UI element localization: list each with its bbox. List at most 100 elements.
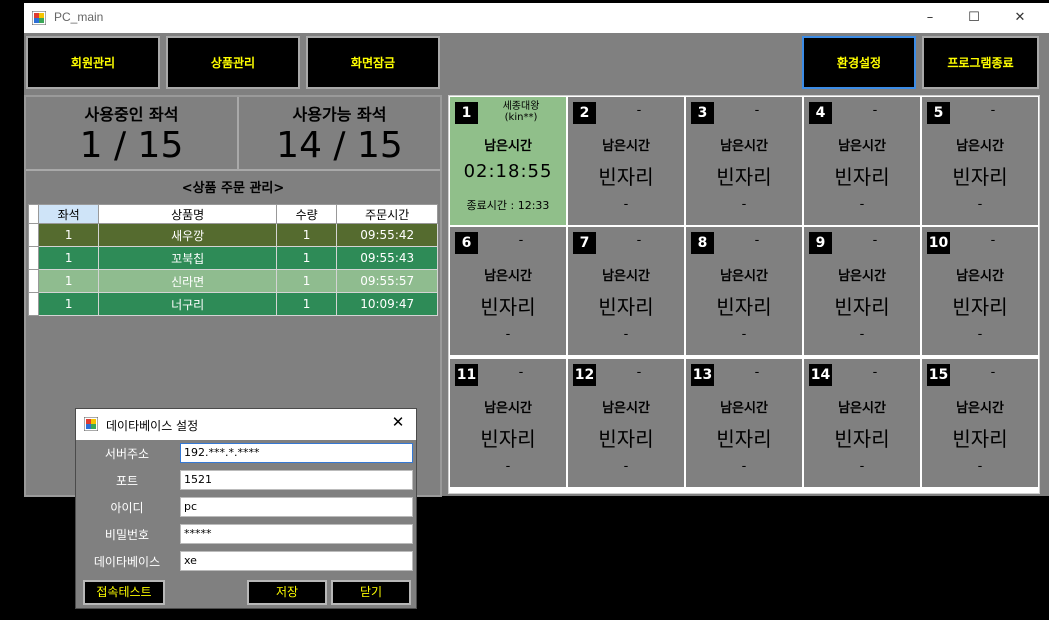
seat-user: - xyxy=(518,365,524,380)
order-time-cell[interactable]: 09:55:42 xyxy=(336,223,438,247)
column-header-order-time[interactable]: 주문시간 xyxy=(336,204,438,224)
in-use-seats-panel: 사용중인 좌석 1 / 15 xyxy=(26,97,239,171)
order-seat-cell[interactable]: 1 xyxy=(37,292,100,316)
order-quantity-cell[interactable]: 1 xyxy=(275,269,338,293)
seat-4[interactable]: 4 - 남은시간 빈자리 - xyxy=(804,97,920,225)
row-header[interactable] xyxy=(28,292,39,316)
seat-user: - xyxy=(990,365,996,380)
seat-user: - xyxy=(872,103,878,118)
order-table: 좌석 상품명 수량 주문시간 1 새우깡 1 09:55:42 1 꼬북칩 1 09:55:4… xyxy=(28,204,438,316)
order-seat-cell[interactable]: 1 xyxy=(37,223,100,247)
seat-13[interactable]: 13 - 남은시간 빈자리 - xyxy=(686,359,802,487)
seat-remaining-time-label: 남은시간 xyxy=(602,401,650,416)
seat-end-time: - xyxy=(859,327,865,342)
member-management-button[interactable]: 회원관리 xyxy=(26,36,160,89)
seat-end-time: - xyxy=(977,459,983,474)
user-id-input[interactable]: pc xyxy=(180,497,413,517)
available-seats-panel: 사용가능 좌석 14 / 15 xyxy=(239,97,440,171)
port-input[interactable]: 1521 xyxy=(180,470,413,490)
product-management-button[interactable]: 상품관리 xyxy=(166,36,300,89)
seat-remaining-time-label: 남은시간 xyxy=(838,139,886,154)
settings-button[interactable]: 환경설정 xyxy=(802,36,916,89)
seat-remaining-time-label: 남은시간 xyxy=(484,401,532,416)
seat-end-time: - xyxy=(623,459,629,474)
seat-user: - xyxy=(636,365,642,380)
dialog-close-button[interactable]: 닫기 xyxy=(331,580,411,605)
password-label: 비밀번호 xyxy=(104,528,150,542)
seat-8[interactable]: 8 - 남은시간 빈자리 - xyxy=(686,227,802,355)
column-header-quantity[interactable]: 수량 xyxy=(275,204,338,224)
seat-remaining-time-label: 남은시간 xyxy=(602,269,650,284)
exit-program-button[interactable]: 프로그램종료 xyxy=(922,36,1039,89)
database-input[interactable]: xe xyxy=(180,551,413,571)
seat-remaining-time: 빈자리 xyxy=(716,165,772,189)
row-header[interactable] xyxy=(28,246,39,270)
save-button[interactable]: 저장 xyxy=(247,580,327,605)
order-seat-cell[interactable]: 1 xyxy=(37,246,100,270)
seat-remaining-time-label: 남은시간 xyxy=(484,269,532,284)
seat-remaining-time-label: 남은시간 xyxy=(838,401,886,416)
seat-user: - xyxy=(990,233,996,248)
order-product-cell[interactable]: 새우깡 xyxy=(98,223,277,247)
order-row[interactable]: 1 너구리 1 10:09:47 xyxy=(28,292,438,316)
in-use-seats-value: 1 / 15 xyxy=(79,125,184,166)
order-product-cell[interactable]: 신라면 xyxy=(98,269,277,293)
seat-number: 9 xyxy=(809,232,832,254)
minimize-button[interactable]: – xyxy=(907,3,953,33)
column-header-product[interactable]: 상품명 xyxy=(98,204,277,224)
connection-test-button[interactable]: 접속테스트 xyxy=(83,580,165,605)
order-row[interactable]: 1 신라면 1 09:55:57 xyxy=(28,269,438,293)
order-product-cell[interactable]: 꼬북칩 xyxy=(98,246,277,270)
seat-remaining-time-label: 남은시간 xyxy=(720,269,768,284)
column-header-seat[interactable]: 좌석 xyxy=(37,204,100,224)
seat-remaining-time-label: 남은시간 xyxy=(956,139,1004,154)
seat-9[interactable]: 9 - 남은시간 빈자리 - xyxy=(804,227,920,355)
order-row[interactable]: 1 새우깡 1 09:55:42 xyxy=(28,223,438,247)
row-header-corner xyxy=(28,204,39,224)
seat-end-time: - xyxy=(505,459,511,474)
order-quantity-cell[interactable]: 1 xyxy=(275,246,338,270)
seat-number: 7 xyxy=(573,232,596,254)
seat-10[interactable]: 10 - 남은시간 빈자리 - xyxy=(922,227,1038,355)
seat-remaining-time: 빈자리 xyxy=(952,295,1008,319)
order-row[interactable]: 1 꼬북칩 1 09:55:43 xyxy=(28,246,438,270)
dialog-close-icon[interactable]: ✕ xyxy=(386,413,410,431)
seat-remaining-time-label: 남은시간 xyxy=(720,401,768,416)
seat-number: 10 xyxy=(927,232,950,254)
seat-end-time: - xyxy=(859,459,865,474)
seat-7[interactable]: 7 - 남은시간 빈자리 - xyxy=(568,227,684,355)
seat-end-time: - xyxy=(977,327,983,342)
seat-11[interactable]: 11 - 남은시간 빈자리 - xyxy=(450,359,566,487)
seat-5[interactable]: 5 - 남은시간 빈자리 - xyxy=(922,97,1038,225)
seat-15[interactable]: 15 - 남은시간 빈자리 - xyxy=(922,359,1038,487)
seat-user: - xyxy=(754,103,760,118)
seat-user: - xyxy=(990,103,996,118)
database-label: 데이타베이스 xyxy=(93,555,161,569)
order-quantity-cell[interactable]: 1 xyxy=(275,292,338,316)
user-id-label: 아이디 xyxy=(110,501,144,515)
password-input[interactable]: ***** xyxy=(180,524,413,544)
screen-lock-button[interactable]: 화면잠금 xyxy=(306,36,440,89)
seat-3[interactable]: 3 - 남은시간 빈자리 - xyxy=(686,97,802,225)
seat-remaining-time: 빈자리 xyxy=(952,165,1008,189)
seat-2[interactable]: 2 - 남은시간 빈자리 - xyxy=(568,97,684,225)
seat-remaining-time: 빈자리 xyxy=(952,427,1008,451)
seat-1[interactable]: 1 세종대왕 (kin**) 남은시간 02:18:55 종료시간 : 12:33 xyxy=(450,97,566,225)
close-button[interactable]: ✕ xyxy=(997,3,1043,33)
seat-6[interactable]: 6 - 남은시간 빈자리 - xyxy=(450,227,566,355)
seat-14[interactable]: 14 - 남은시간 빈자리 - xyxy=(804,359,920,487)
order-management-title: <상품 주문 관리> xyxy=(181,181,285,196)
row-header[interactable] xyxy=(28,223,39,247)
row-header[interactable] xyxy=(28,269,39,293)
seat-end-time: - xyxy=(741,327,747,342)
seat-remaining-time: 빈자리 xyxy=(480,427,536,451)
maximize-button[interactable]: ☐ xyxy=(951,3,997,33)
order-product-cell[interactable]: 너구리 xyxy=(98,292,277,316)
server-address-input[interactable]: 192.***.*.**** xyxy=(180,443,413,463)
order-time-cell[interactable]: 10:09:47 xyxy=(336,292,438,316)
order-time-cell[interactable]: 09:55:43 xyxy=(336,246,438,270)
order-time-cell[interactable]: 09:55:57 xyxy=(336,269,438,293)
order-seat-cell[interactable]: 1 xyxy=(37,269,100,293)
order-quantity-cell[interactable]: 1 xyxy=(275,223,338,247)
seat-12[interactable]: 12 - 남은시간 빈자리 - xyxy=(568,359,684,487)
